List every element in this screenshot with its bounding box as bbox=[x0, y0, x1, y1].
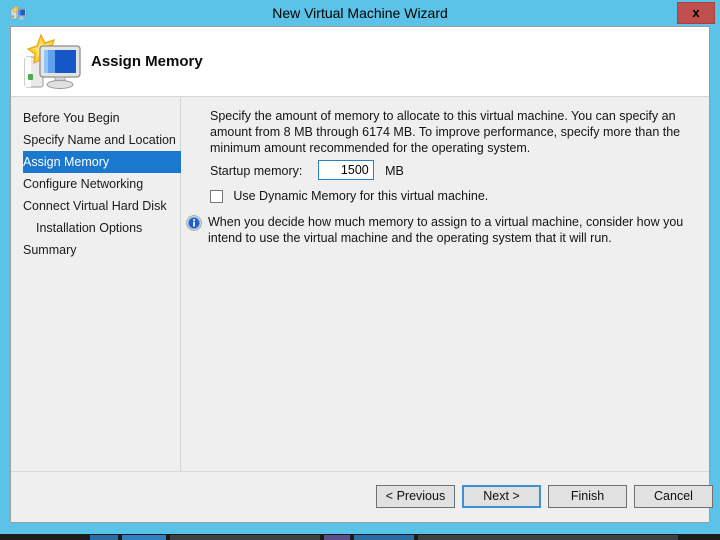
wizard-step-list: Before You Begin Specify Name and Locati… bbox=[11, 98, 181, 261]
startup-memory-unit: MB bbox=[385, 164, 404, 178]
sidebar-item-label: Summary bbox=[23, 243, 77, 257]
desktop-background: New Virtual Machine Wizard x Assign Memo… bbox=[0, 0, 720, 540]
sidebar-item-configure-networking[interactable]: Configure Networking bbox=[11, 173, 180, 195]
sidebar-item-label: Connect Virtual Hard Disk bbox=[23, 199, 167, 213]
dialog-client-area: Assign Memory Before You Begin Specify N… bbox=[10, 26, 713, 523]
sidebar-item-label: Installation Options bbox=[36, 221, 143, 235]
startup-memory-row: Startup memory: MB bbox=[210, 160, 404, 182]
sidebar-item-label: Assign Memory bbox=[23, 155, 110, 169]
dialog-body: Before You Begin Specify Name and Locati… bbox=[11, 98, 709, 502]
sidebar-item-summary[interactable]: Summary bbox=[11, 239, 180, 261]
sidebar-item-label: Before You Begin bbox=[23, 111, 120, 125]
dynamic-memory-row[interactable]: Use Dynamic Memory for this virtual mach… bbox=[210, 188, 488, 206]
wizard-step-sidebar: Before You Begin Specify Name and Locati… bbox=[11, 98, 181, 502]
taskbar[interactable] bbox=[0, 534, 720, 540]
taskbar-item[interactable] bbox=[418, 535, 678, 540]
startup-memory-input[interactable] bbox=[317, 160, 374, 180]
page-title: Assign Memory bbox=[91, 53, 203, 70]
sidebar-item-assign-memory[interactable]: Assign Memory bbox=[23, 151, 181, 173]
previous-button[interactable]: < Previous bbox=[376, 485, 455, 508]
startup-memory-label: Startup memory: bbox=[210, 164, 303, 178]
next-button[interactable]: Next > bbox=[462, 485, 541, 508]
sidebar-item-specify-name-and-location[interactable]: Specify Name and Location bbox=[11, 129, 180, 151]
taskbar-item[interactable] bbox=[354, 535, 414, 540]
taskbar-item[interactable] bbox=[324, 535, 350, 540]
monitor-starburst-icon bbox=[24, 33, 81, 89]
sidebar-item-installation-options[interactable]: Installation Options bbox=[11, 217, 180, 239]
sidebar-item-label: Configure Networking bbox=[23, 177, 144, 191]
dynamic-memory-label: Use Dynamic Memory for this virtual mach… bbox=[233, 189, 489, 203]
taskbar-item[interactable] bbox=[170, 535, 320, 540]
finish-button[interactable]: Finish bbox=[548, 485, 627, 508]
taskbar-item[interactable] bbox=[90, 535, 118, 540]
window-title: New Virtual Machine Wizard bbox=[272, 5, 448, 21]
close-button[interactable]: x bbox=[677, 2, 715, 24]
sidebar-item-label: Specify Name and Location bbox=[23, 133, 176, 147]
cancel-button[interactable]: Cancel bbox=[634, 485, 713, 508]
sidebar-item-connect-virtual-hard-disk[interactable]: Connect Virtual Hard Disk bbox=[11, 195, 180, 217]
dynamic-memory-checkbox[interactable] bbox=[210, 190, 223, 203]
sidebar-item-before-you-begin[interactable]: Before You Begin bbox=[11, 107, 180, 129]
title-bar: New Virtual Machine Wizard x bbox=[0, 0, 720, 26]
info-icon bbox=[186, 215, 202, 231]
taskbar-item[interactable] bbox=[122, 535, 166, 540]
dialog-footer: < Previous Next > Finish Cancel bbox=[11, 471, 713, 522]
info-note-text: When you decide how much memory to assig… bbox=[208, 215, 684, 245]
instruction-text: Specify the amount of memory to allocate… bbox=[210, 109, 681, 155]
dialog-header: Assign Memory bbox=[11, 27, 709, 97]
wizard-window: New Virtual Machine Wizard x Assign Memo… bbox=[0, 0, 720, 533]
wizard-content-pane: Specify the amount of memory to allocate… bbox=[182, 98, 709, 502]
